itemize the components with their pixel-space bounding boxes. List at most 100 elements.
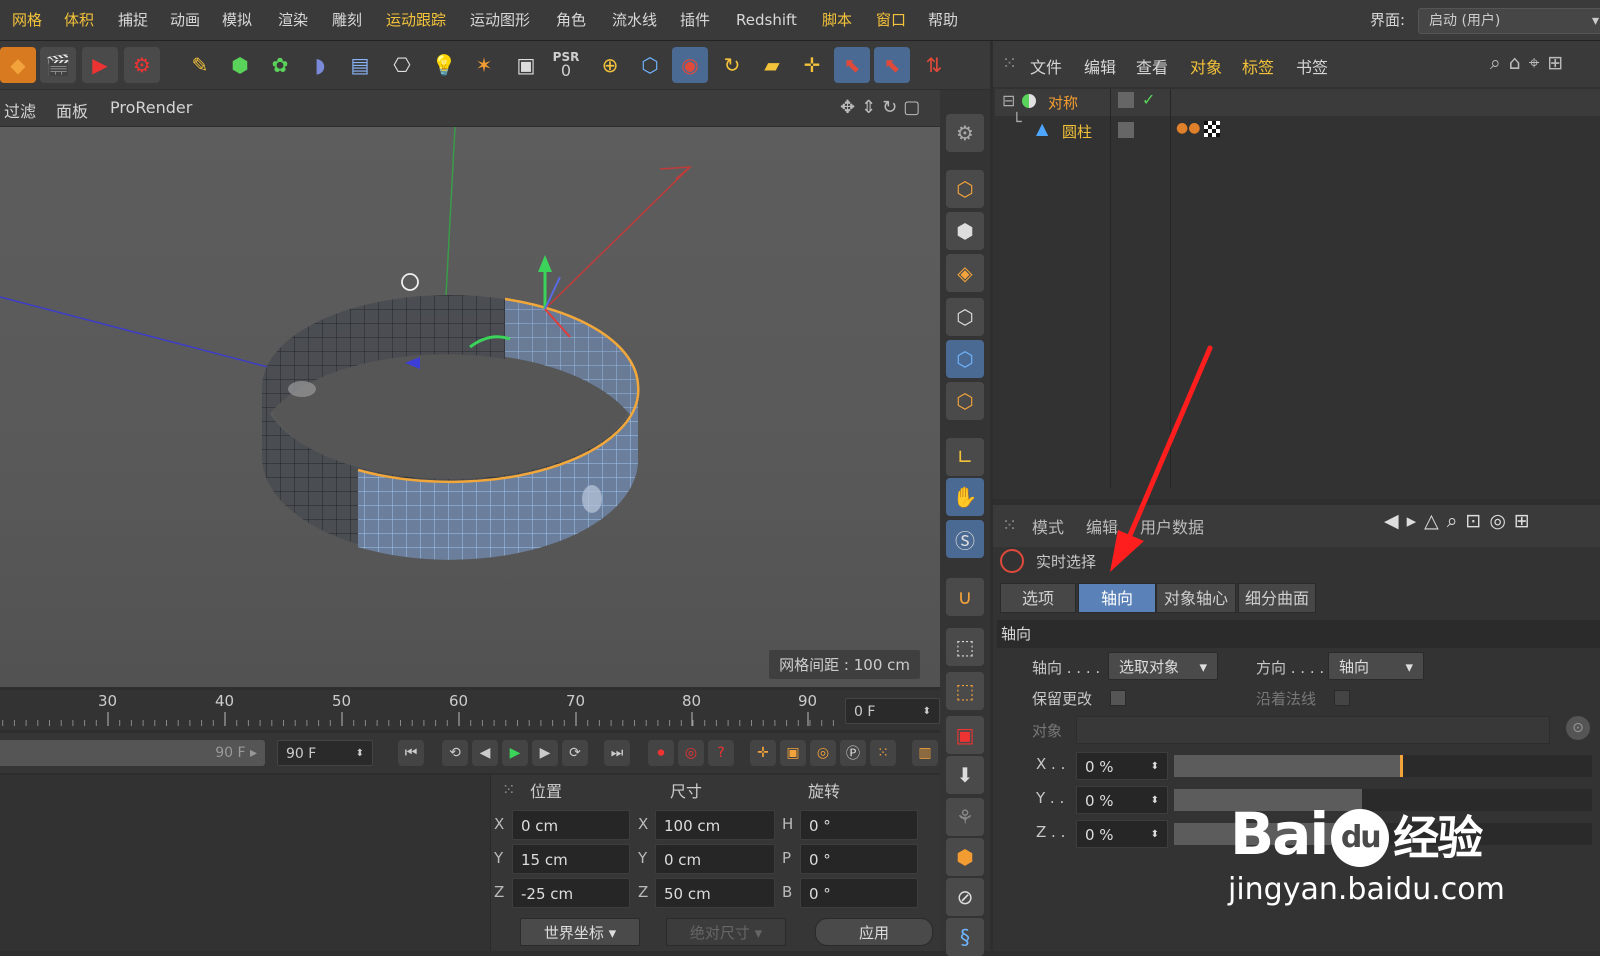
live-selection-icon[interactable]: ◉ bbox=[672, 47, 708, 83]
play-icon[interactable]: ▶ bbox=[502, 740, 528, 766]
pen-icon[interactable]: ✎ bbox=[182, 47, 218, 83]
am-menu-mode[interactable]: 模式 bbox=[1032, 514, 1064, 538]
3d-viewport[interactable]: 网格间距 : 100 cm bbox=[0, 127, 940, 687]
axis-offset-slider[interactable] bbox=[1174, 755, 1592, 777]
menu-item-5[interactable]: 渲染 bbox=[278, 0, 308, 40]
om-menu-1[interactable]: 编辑 bbox=[1084, 54, 1116, 78]
film-clapper-icon[interactable]: 🎬 bbox=[40, 47, 76, 83]
coordinate-icon[interactable]: ⇅ bbox=[916, 47, 952, 83]
menu-item-15[interactable]: 帮助 bbox=[928, 0, 958, 40]
key-param-icon[interactable]: Ⓟ bbox=[840, 740, 866, 766]
enabled-check-icon[interactable]: ✓ bbox=[1142, 90, 1155, 109]
om-menu-3[interactable]: 对象 bbox=[1190, 54, 1222, 78]
gizmo-z-handle[interactable] bbox=[544, 276, 561, 310]
snap-icon[interactable]: ∪ bbox=[946, 578, 984, 616]
rotation-field[interactable]: 0 ° bbox=[800, 844, 918, 874]
om-menu-2[interactable]: 查看 bbox=[1136, 54, 1168, 78]
axis-offset-slider-knob[interactable] bbox=[1399, 755, 1403, 777]
key-move-icon[interactable]: ✛ bbox=[750, 740, 776, 766]
model-mode-icon[interactable]: ⬡ bbox=[946, 170, 984, 208]
pick-object-icon[interactable]: ⊙ bbox=[1566, 716, 1590, 740]
tab-2[interactable]: 对象轴心 bbox=[1156, 583, 1236, 613]
menu-item-2[interactable]: 捕捉 bbox=[118, 0, 148, 40]
rotation-field[interactable]: 0 ° bbox=[800, 878, 918, 908]
next-frame-icon[interactable]: ▶ bbox=[532, 740, 558, 766]
points-mode-icon[interactable]: ⬡ bbox=[946, 298, 984, 336]
along-normal-checkbox[interactable] bbox=[1334, 690, 1350, 706]
menu-item-11[interactable]: 插件 bbox=[680, 0, 710, 40]
record-icon[interactable]: ⏺ bbox=[648, 740, 674, 766]
light-bulb-icon[interactable]: 💡 bbox=[426, 47, 462, 83]
planar-workplane-icon[interactable]: ⬚ bbox=[946, 672, 984, 710]
cube-icon[interactable]: ◆ bbox=[0, 47, 36, 83]
cube-green-icon[interactable]: ⬢ bbox=[222, 47, 258, 83]
material-tag-icon[interactable] bbox=[1204, 121, 1220, 137]
viewport-nav-icons[interactable]: ✥⇕↻▢ bbox=[840, 97, 926, 118]
object-link-field[interactable] bbox=[1076, 716, 1550, 744]
texture-mode-icon[interactable]: ⬢ bbox=[946, 212, 984, 250]
timeline-window-icon[interactable]: ▥ bbox=[912, 740, 938, 766]
axis-offset-field[interactable]: 0 % ⬍ bbox=[1076, 820, 1168, 848]
direction-select[interactable]: 轴向 ▾ bbox=[1328, 652, 1424, 680]
om-menu-0[interactable]: 文件 bbox=[1030, 54, 1062, 78]
end-frame-field[interactable]: 90 F ⬍ bbox=[277, 740, 373, 766]
rotate-icon[interactable]: ↻ bbox=[714, 47, 750, 83]
menu-item-7[interactable]: 运动跟踪 bbox=[386, 0, 446, 40]
lock-workplane-icon[interactable]: ⬚ bbox=[946, 628, 984, 666]
selection2-icon[interactable]: ⬉ bbox=[874, 47, 910, 83]
rotation-field[interactable]: 0 ° bbox=[800, 810, 918, 840]
size-field[interactable]: 100 cm bbox=[655, 810, 775, 840]
object-manager-toolbar-icons[interactable]: ⌕⌂⌖⊞ bbox=[1490, 52, 1571, 74]
make-editable-icon[interactable]: ⚙ bbox=[946, 114, 984, 152]
character-icon[interactable]: ⚘ bbox=[946, 798, 984, 836]
menu-item-10[interactable]: 流水线 bbox=[612, 0, 657, 40]
om-menu-4[interactable]: 标签 bbox=[1242, 54, 1274, 78]
axis-mode-icon[interactable]: ∟ bbox=[946, 438, 984, 476]
object-name-symmetry[interactable]: 对称 bbox=[1048, 92, 1078, 113]
object-icon[interactable]: ⬢ bbox=[946, 838, 984, 876]
render-settings-icon[interactable]: ⚙ bbox=[124, 47, 160, 83]
menu-item-13[interactable]: 脚本 bbox=[822, 0, 852, 40]
layer-swatch-icon[interactable] bbox=[1118, 122, 1134, 138]
solo-icon[interactable]: Ⓢ bbox=[946, 520, 984, 558]
viewport-menu-filter[interactable]: 过滤 bbox=[4, 98, 36, 122]
am-nav-icons[interactable]: ◀▸△⌕⊡◎⊞ bbox=[1384, 510, 1538, 532]
move-icon[interactable]: ✛ bbox=[794, 47, 830, 83]
viewport-menu-panel[interactable]: 面板 bbox=[56, 98, 88, 122]
loop-icon[interactable]: ⟳ bbox=[562, 740, 588, 766]
apply-button[interactable]: 应用 bbox=[815, 918, 933, 946]
key-scale-icon[interactable]: ▣ bbox=[780, 740, 806, 766]
workplane-icon[interactable]: ◈ bbox=[946, 254, 984, 292]
view-cube-icon[interactable]: ⬡ bbox=[632, 47, 668, 83]
layer-swatch-icon[interactable] bbox=[1118, 92, 1134, 108]
gizmo-y-arrow[interactable] bbox=[538, 255, 552, 272]
menu-item-4[interactable]: 模拟 bbox=[222, 0, 252, 40]
keep-changes-checkbox[interactable] bbox=[1110, 690, 1126, 706]
edges-mode-icon[interactable]: ⬡ bbox=[946, 340, 984, 378]
tree-collapse-icon[interactable]: ⊟ bbox=[1002, 91, 1015, 110]
menu-item-0[interactable]: 网格 bbox=[12, 0, 42, 40]
tweak-mode-icon[interactable]: ✋ bbox=[946, 478, 984, 516]
phong-tag-icon[interactable]: ●● bbox=[1176, 120, 1200, 136]
position-field[interactable]: 0 cm bbox=[512, 810, 630, 840]
prev-key-icon[interactable]: ⟲ bbox=[442, 740, 468, 766]
symmetry-icon[interactable]: ✶ bbox=[466, 47, 502, 83]
auto-key-icon[interactable]: ◎ bbox=[678, 740, 704, 766]
object-name-cylinder[interactable]: 圆柱 bbox=[1062, 121, 1092, 142]
snapshot-icon[interactable]: ▣ bbox=[508, 47, 544, 83]
tab-0[interactable]: 选项 bbox=[1000, 583, 1076, 613]
menu-item-1[interactable]: 体积 bbox=[64, 0, 94, 40]
polygons-mode-icon[interactable]: ⬡ bbox=[946, 382, 984, 420]
scale-icon[interactable]: ▰ bbox=[754, 47, 790, 83]
position-field[interactable]: 15 cm bbox=[512, 844, 630, 874]
go-end-icon[interactable]: ⏭ bbox=[604, 740, 630, 766]
no-entry-icon[interactable]: ⊘ bbox=[946, 878, 984, 916]
menu-item-3[interactable]: 动画 bbox=[170, 0, 200, 40]
size-field[interactable]: 0 cm bbox=[655, 844, 775, 874]
menu-item-9[interactable]: 角色 bbox=[556, 0, 586, 40]
key-select-icon[interactable]: ? bbox=[708, 740, 734, 766]
prev-frame-icon[interactable]: ◀ bbox=[472, 740, 498, 766]
key-pla-icon[interactable]: ⁙ bbox=[870, 740, 896, 766]
render-region-icon[interactable]: ▣ bbox=[946, 716, 984, 754]
axis-offset-field[interactable]: 0 % ⬍ bbox=[1076, 752, 1168, 780]
